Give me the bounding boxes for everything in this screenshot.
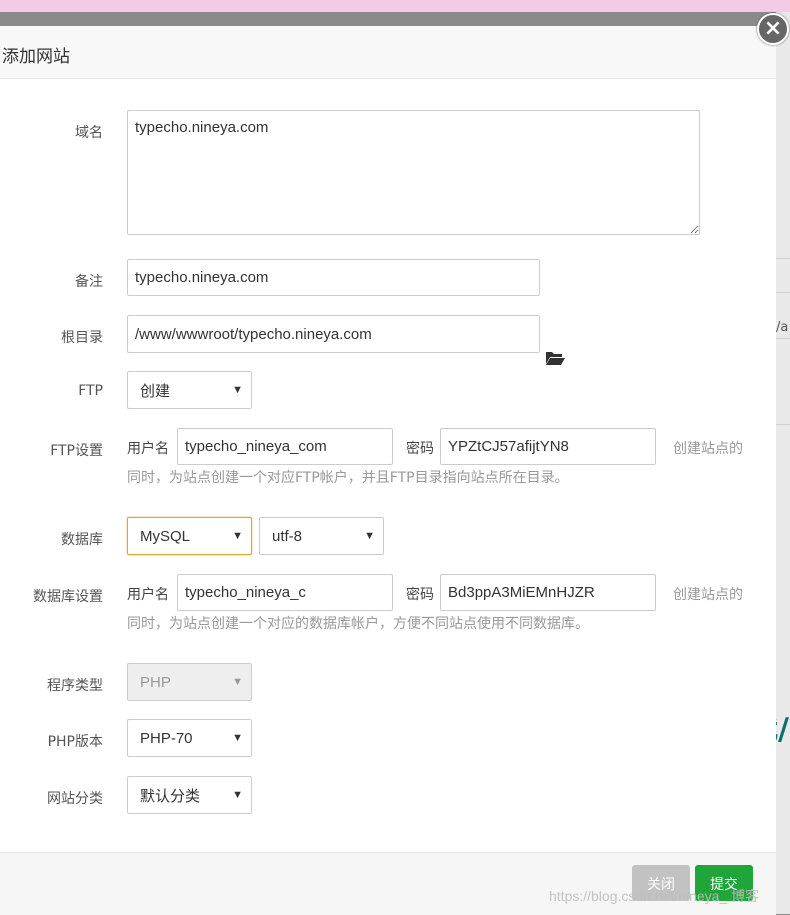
php-version-value: PHP-70 (140, 729, 193, 747)
ftp-label: FTP (78, 383, 103, 399)
root-dir-label: 根目录 (61, 330, 103, 346)
dialog-title: 添加网站 (2, 47, 70, 67)
db-settings-label: 数据库设置 (33, 589, 103, 605)
ftp-user-value: typecho_nineya_com (185, 438, 327, 455)
root-dir-input[interactable]: /www/wwwroot/typecho.nineya.com (127, 315, 540, 353)
program-type-value: PHP (140, 673, 171, 691)
add-site-dialog: 添加网站 域名 备注 typecho.nineya.com 根目录 /www/w… (0, 26, 776, 915)
database-charset-select[interactable]: utf-8 ▼ (259, 517, 384, 555)
site-category-label: 网站分类 (47, 791, 103, 807)
database-label: 数据库 (61, 532, 103, 548)
database-charset-value: utf-8 (272, 527, 303, 545)
db-pass-label: 密码 (406, 587, 434, 603)
ftp-pass-value: YPZtCJ57afijtYN8 (448, 438, 569, 455)
ftp-pass-input[interactable]: YPZtCJ57afijtYN8 (440, 428, 656, 465)
db-hint-line1: 创建站点的 (673, 587, 743, 603)
site-category-select[interactable]: 默认分类 ▼ (127, 776, 252, 814)
dropdown-caret-icon: ▼ (232, 530, 243, 542)
domain-label: 域名 (75, 125, 103, 141)
php-version-select[interactable]: PHP-70 ▼ (127, 719, 252, 757)
folder-open-icon[interactable] (545, 350, 565, 366)
background-page-text: /a (776, 320, 789, 335)
site-category-value: 默认分类 (140, 787, 201, 805)
ftp-select[interactable]: 创建 ▼ (127, 371, 252, 409)
browser-top-strip (0, 0, 790, 12)
dialog-header: 添加网站 (0, 26, 776, 79)
db-user-label: 用户名 (127, 587, 169, 603)
program-type-select: PHP ▼ (127, 663, 252, 701)
ftp-hint-line2: 同时，为站点创建一个对应FTP帐户，并且FTP目录指向站点所在目录。 (127, 470, 569, 486)
db-pass-value: Bd3ppA3MiEMnHJZR (448, 584, 595, 601)
program-type-label: 程序类型 (47, 678, 103, 694)
remark-label: 备注 (75, 274, 103, 290)
dropdown-caret-icon: ▼ (232, 732, 243, 744)
domain-textarea[interactable] (127, 110, 700, 235)
database-type-select[interactable]: MySQL ▼ (127, 517, 252, 555)
dropdown-caret-icon: ▼ (232, 384, 243, 396)
ftp-settings-label: FTP设置 (50, 443, 103, 459)
watermark: https://blog.csdn.net/nineya_ 博客 (549, 888, 760, 904)
db-pass-input[interactable]: Bd3ppA3MiEMnHJZR (440, 574, 656, 611)
dropdown-caret-icon: ▼ (364, 530, 375, 542)
remark-value: typecho.nineya.com (135, 269, 269, 286)
database-type-value: MySQL (140, 527, 191, 545)
ftp-pass-label: 密码 (406, 441, 434, 457)
db-hint-line2: 同时，为站点创建一个对应的数据库帐户，方便不同站点使用不同数据库。 (127, 616, 589, 632)
ftp-hint-line1: 创建站点的 (673, 441, 743, 457)
dropdown-caret-icon: ▼ (232, 676, 243, 688)
remark-input[interactable]: typecho.nineya.com (127, 259, 540, 296)
background-page-edge (776, 12, 790, 914)
ftp-select-value: 创建 (140, 382, 171, 400)
ftp-user-input[interactable]: typecho_nineya_com (177, 428, 393, 465)
php-version-label: PHP版本 (47, 734, 103, 750)
close-icon[interactable]: × (757, 13, 789, 45)
ftp-user-label: 用户名 (127, 441, 169, 457)
db-user-value: typecho_nineya_c (185, 584, 306, 601)
root-dir-value: /www/wwwroot/typecho.nineya.com (135, 325, 372, 343)
db-user-input[interactable]: typecho_nineya_c (177, 574, 393, 611)
dropdown-caret-icon: ▼ (232, 789, 243, 801)
